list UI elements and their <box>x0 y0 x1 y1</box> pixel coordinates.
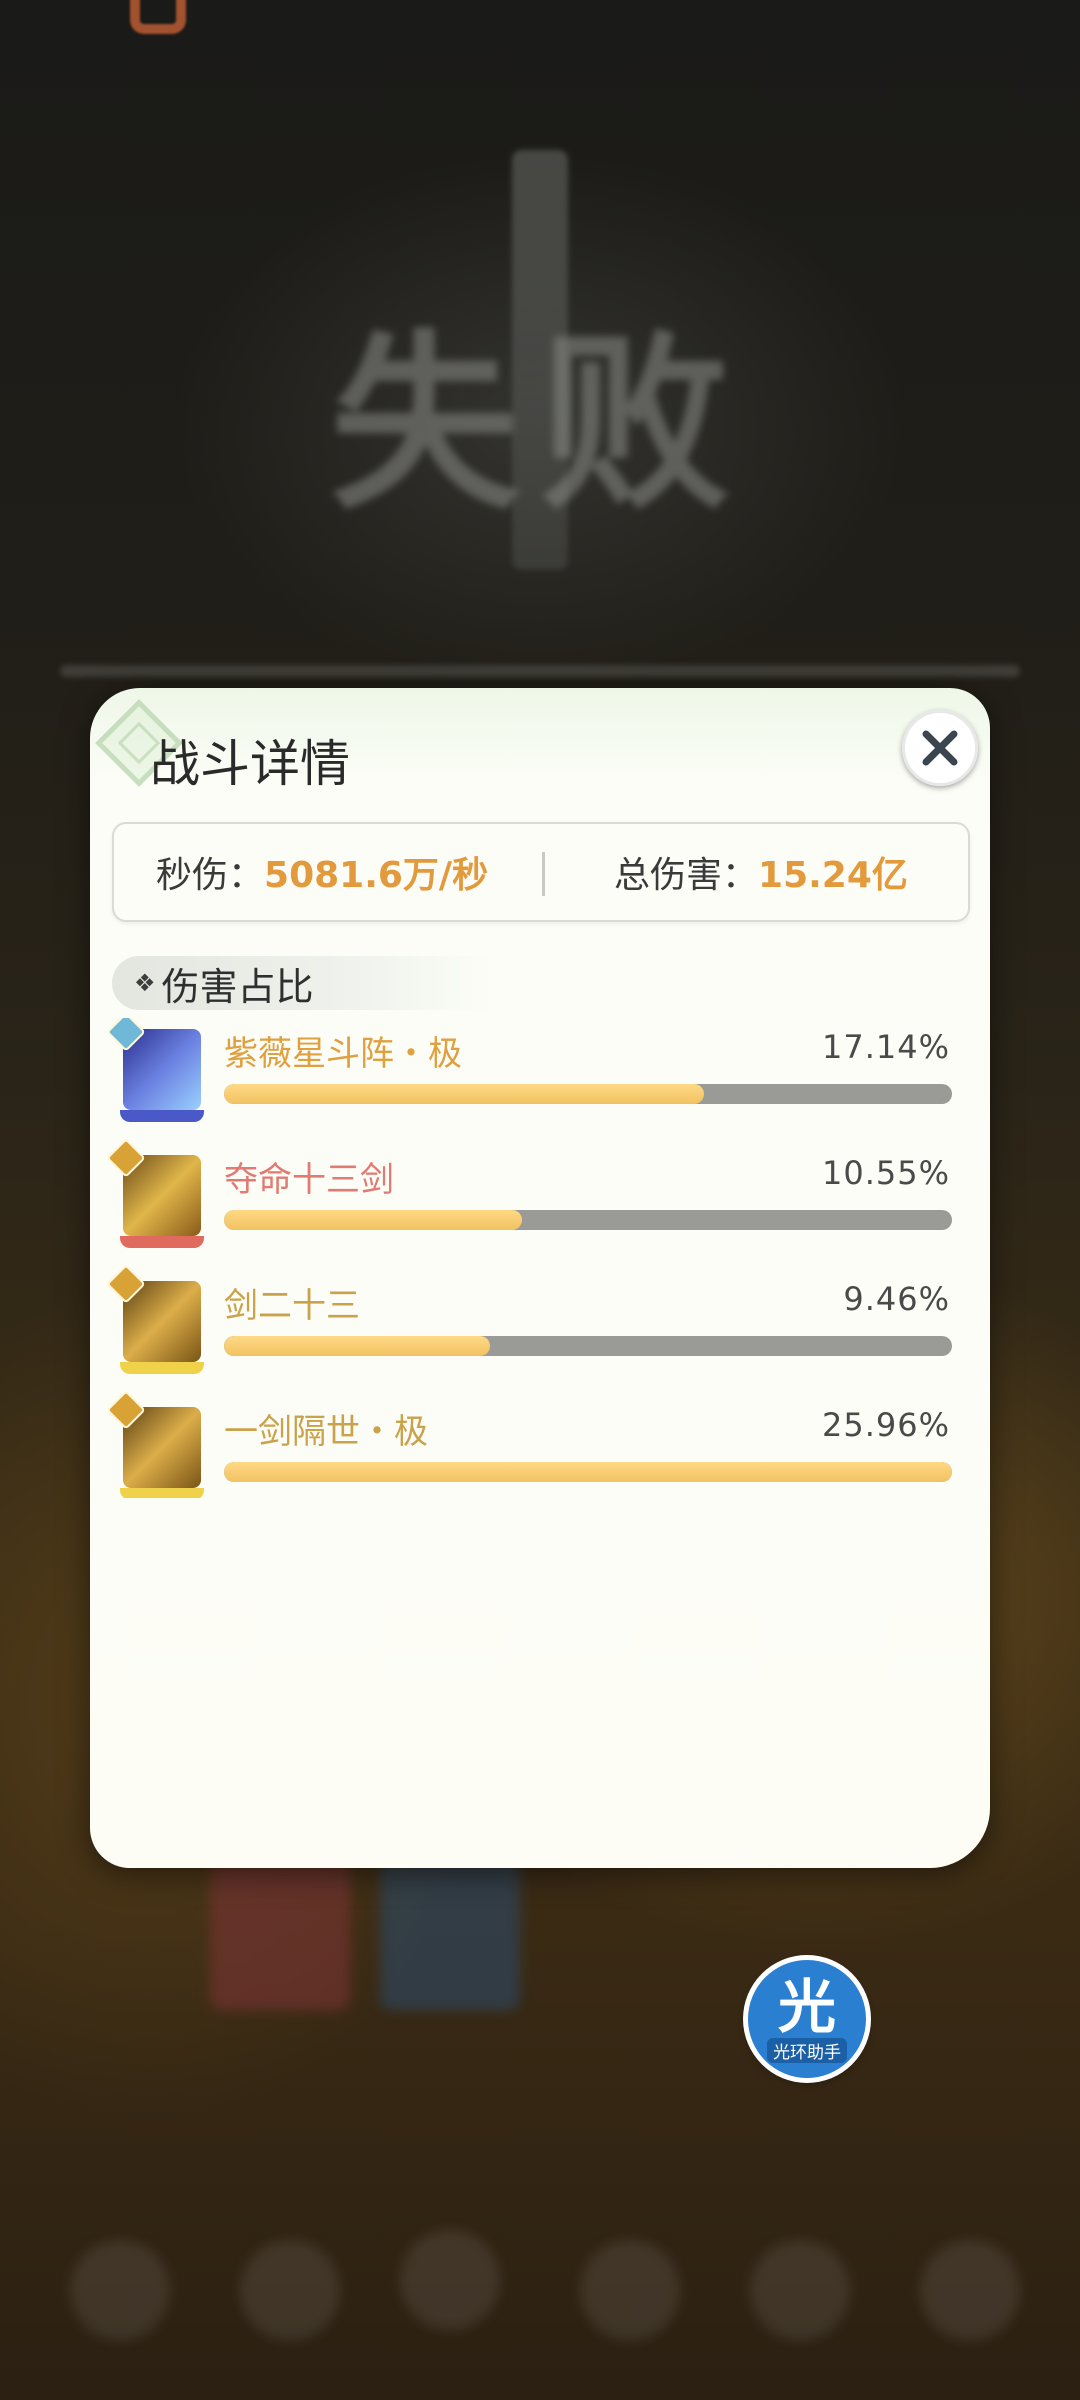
skill-row: 紫薇星斗阵・极 17.14% <box>90 1018 990 1144</box>
bottom-nav-icon <box>400 2230 500 2330</box>
diamond-sparkle-icon: ❖ <box>134 969 156 997</box>
skill-name: 剑二十三 <box>224 1286 360 1326</box>
app-logo-icon <box>130 0 186 34</box>
skill-percent: 17.14% <box>821 1028 950 1066</box>
helper-floating-button[interactable]: 光 光环助手 <box>748 1960 866 2078</box>
helper-label: 光环助手 <box>767 2037 847 2063</box>
divider <box>60 665 1020 677</box>
skill-name: 紫薇星斗阵・极 <box>224 1034 462 1074</box>
close-icon <box>922 730 958 766</box>
skill-name: 一剑隔世・极 <box>224 1412 428 1452</box>
dps-label: 秒伤： <box>156 855 265 896</box>
damage-share-bar <box>224 1210 952 1230</box>
skill-name: 夺命十三剑 <box>224 1160 394 1200</box>
bottom-nav-icon <box>920 2240 1020 2340</box>
battle-details-dialog: 战斗详情 秒伤： 5081.6万/秒 总伤害： 15.24亿 ❖ 伤害占比 紫薇… <box>90 688 990 1868</box>
total-damage-label: 总伤害： <box>614 855 759 896</box>
damage-share-bar <box>224 1336 952 1356</box>
dps-value: 5081.6万/秒 <box>264 855 489 896</box>
damage-share-header: ❖ 伤害占比 <box>112 956 492 1010</box>
skill-percent: 10.55% <box>821 1154 950 1192</box>
dps-stat: 秒伤： 5081.6万/秒 <box>156 824 488 920</box>
skill-row: 剑二十三 9.46% <box>90 1264 990 1396</box>
damage-summary: 秒伤： 5081.6万/秒 总伤害： 15.24亿 <box>112 822 970 922</box>
bottom-nav-icon <box>70 2240 170 2340</box>
background-card <box>380 1860 520 2010</box>
damage-share-bar <box>224 1084 952 1104</box>
damage-share-list[interactable]: 紫薇星斗阵・极 17.14% 夺命十三剑 10.55% 剑二十三 9.46% 一剑隔世・极 2… <box>90 1018 990 1498</box>
skill-row: 夺命十三剑 10.55% <box>90 1138 990 1270</box>
total-damage-stat: 总伤害： 15.24亿 <box>614 824 908 920</box>
bottom-nav-icon <box>580 2240 680 2340</box>
damage-share-bar <box>224 1462 952 1482</box>
helper-glyph: 光 <box>777 1972 836 2041</box>
dialog-title: 战斗详情 <box>150 735 350 793</box>
skill-row: 一剑隔世・极 25.96% <box>90 1390 990 1498</box>
stat-divider <box>542 852 545 896</box>
skill-percent: 9.46% <box>843 1280 950 1318</box>
bottom-nav-icon <box>240 2240 340 2340</box>
bottom-nav-icon <box>750 2240 850 2340</box>
damage-share-bar-fill <box>224 1336 490 1356</box>
total-damage-value: 15.24亿 <box>758 855 908 896</box>
section-title: 伤害占比 <box>161 964 314 1009</box>
damage-share-bar-fill <box>224 1084 705 1104</box>
damage-share-bar-fill <box>224 1210 523 1230</box>
background-card <box>210 1860 350 2010</box>
damage-share-bar-fill <box>224 1462 952 1482</box>
skill-percent: 25.96% <box>821 1406 950 1444</box>
defeat-title: 失败 <box>329 314 750 535</box>
close-button[interactable] <box>902 710 978 786</box>
